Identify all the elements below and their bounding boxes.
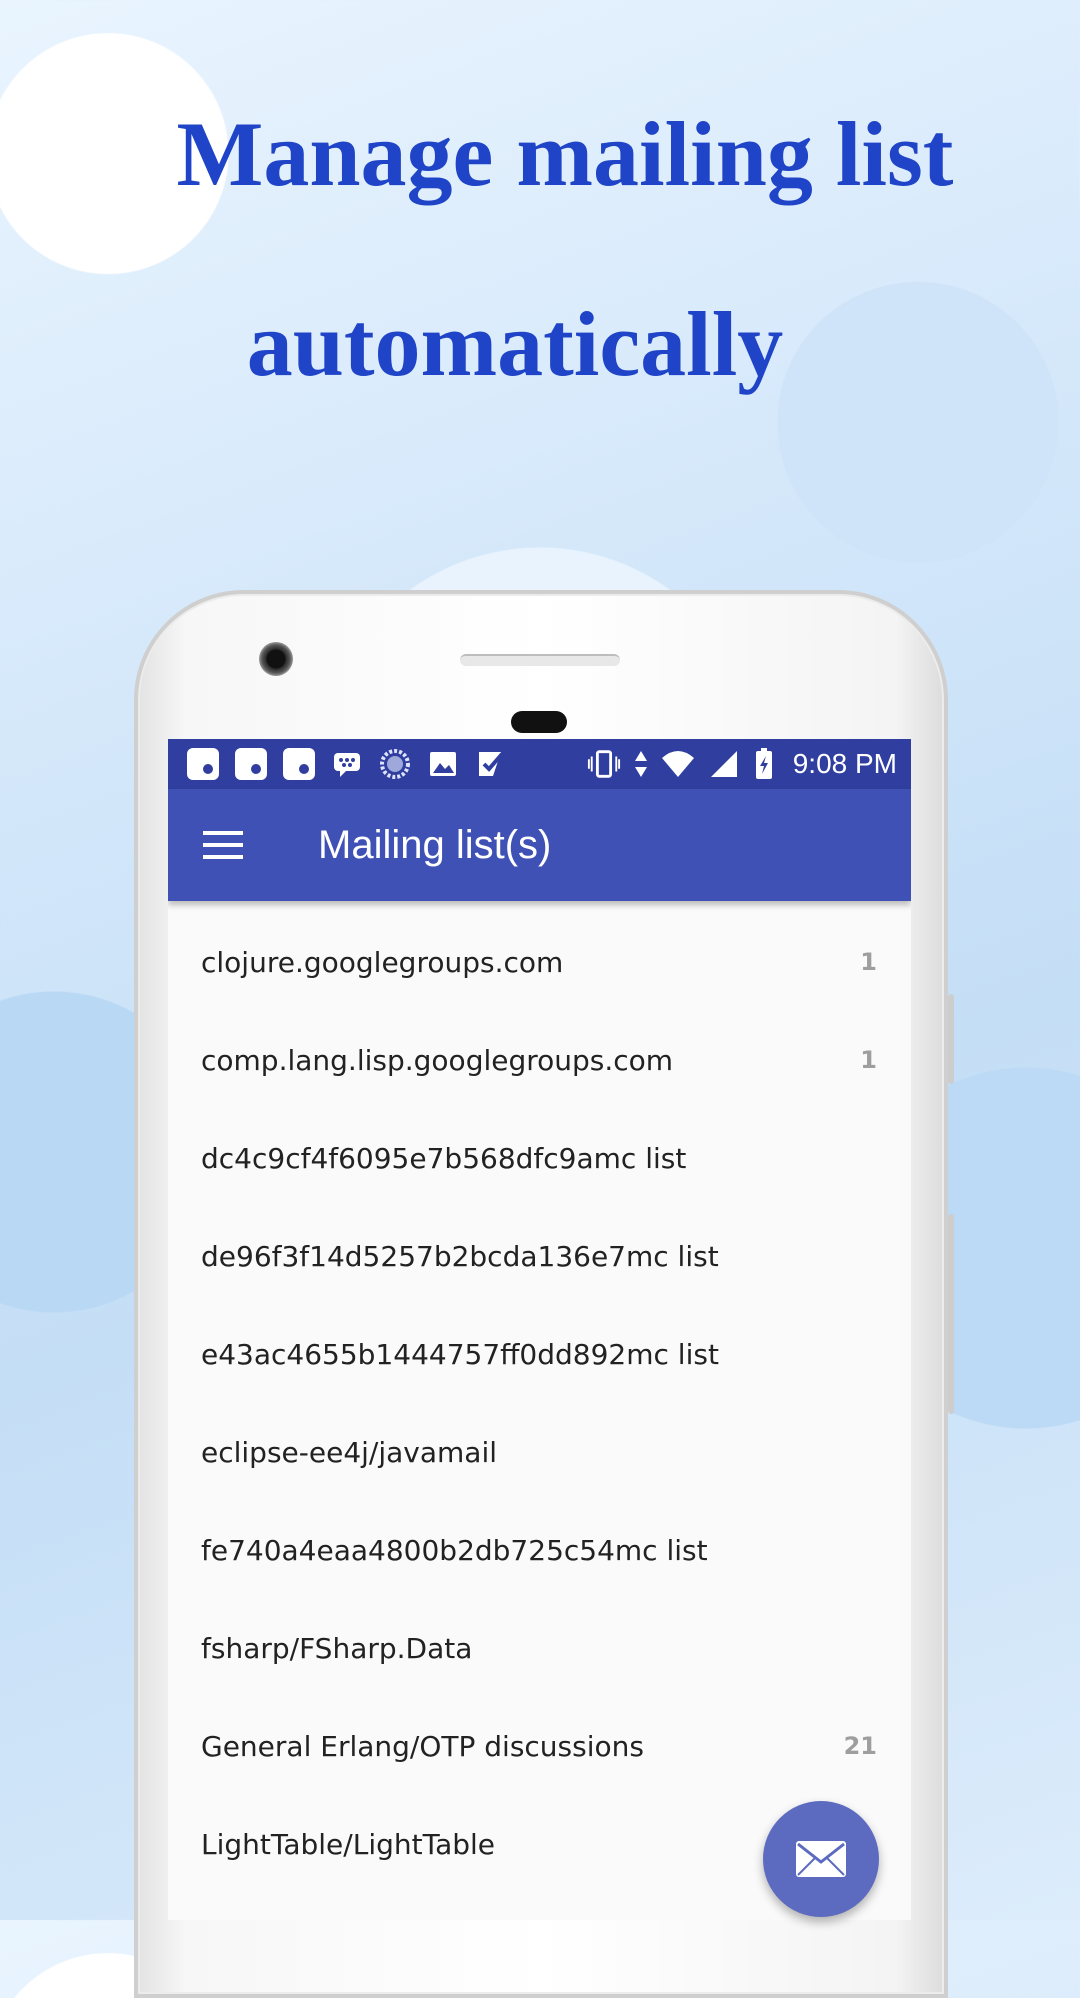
- notification-icon: [186, 747, 220, 781]
- system-icons: 9:08 PM: [587, 747, 897, 781]
- list-item-count: 1: [860, 1046, 877, 1074]
- list-item[interactable]: eclipse-ee4j/javamail: [168, 1403, 911, 1501]
- list-item[interactable]: clojure.googlegroups.com 1: [168, 913, 911, 1011]
- list-item-name: dc4c9cf4f6095e7b568dfc9amc list: [201, 1141, 687, 1175]
- list-item[interactable]: dc4c9cf4f6095e7b568dfc9amc list: [168, 1109, 911, 1207]
- list-item[interactable]: fe740a4eaa4800b2db725c54mc list: [168, 1501, 911, 1599]
- list-item-name: General Erlang/OTP discussions: [201, 1729, 644, 1763]
- wifi-icon: [661, 747, 695, 781]
- list-item-name: comp.lang.lisp.googlegroups.com: [201, 1043, 674, 1077]
- data-icon: [633, 747, 649, 781]
- promo-headline-line1: Manage mailing list: [176, 103, 954, 205]
- power-button: [948, 1214, 954, 1414]
- mail-icon: [796, 1841, 846, 1877]
- front-camera: [259, 642, 293, 676]
- notification-icons: [186, 747, 508, 781]
- list-item-name: clojure.googlegroups.com: [201, 945, 564, 979]
- mailing-list: clojure.googlegroups.com 1 comp.lang.lis…: [168, 901, 911, 1893]
- bbm-icon: [330, 747, 364, 781]
- status-bar: 9:08 PM: [168, 739, 911, 789]
- vibrate-icon: [587, 747, 621, 781]
- list-item-name: fe740a4eaa4800b2db725c54mc list: [201, 1533, 708, 1567]
- list-item[interactable]: comp.lang.lisp.googlegroups.com 1: [168, 1011, 911, 1109]
- signal-icon: [707, 747, 741, 781]
- list-item-name: e43ac4655b1444757ff0dd892mc list: [201, 1337, 719, 1371]
- list-item-name: de96f3f14d5257b2bcda136e7mc list: [201, 1239, 719, 1273]
- check-icon: [474, 747, 508, 781]
- image-icon: [426, 747, 460, 781]
- app-bar: Mailing list(s): [168, 789, 911, 901]
- promo-headline-line2: automatically: [246, 293, 784, 395]
- list-item-name: fsharp/FSharp.Data: [201, 1631, 473, 1665]
- list-item-name: eclipse-ee4j/javamail: [201, 1435, 498, 1469]
- list-item[interactable]: General Erlang/OTP discussions 21: [168, 1697, 911, 1795]
- earpiece-speaker: [460, 654, 620, 666]
- list-item[interactable]: de96f3f14d5257b2bcda136e7mc list: [168, 1207, 911, 1305]
- status-time: 9:08 PM: [792, 748, 897, 779]
- compose-mail-button[interactable]: [763, 1801, 879, 1917]
- list-item-count: 21: [843, 1732, 877, 1760]
- battery-charging-icon: [753, 747, 775, 781]
- notification-icon: [282, 747, 316, 781]
- list-item[interactable]: fsharp/FSharp.Data: [168, 1599, 911, 1697]
- menu-icon: [203, 831, 243, 859]
- page-title: Mailing list(s): [318, 822, 552, 867]
- list-item-count: 1: [860, 948, 877, 976]
- notification-icon: [234, 747, 268, 781]
- proximity-sensor: [511, 711, 567, 733]
- list-item[interactable]: e43ac4655b1444757ff0dd892mc list: [168, 1305, 911, 1403]
- sync-icon: [378, 747, 412, 781]
- volume-button: [948, 994, 954, 1084]
- phone-screen: 9:08 PM Mailing list(s) clojure.googlegr…: [168, 739, 911, 1920]
- menu-button[interactable]: [168, 789, 278, 901]
